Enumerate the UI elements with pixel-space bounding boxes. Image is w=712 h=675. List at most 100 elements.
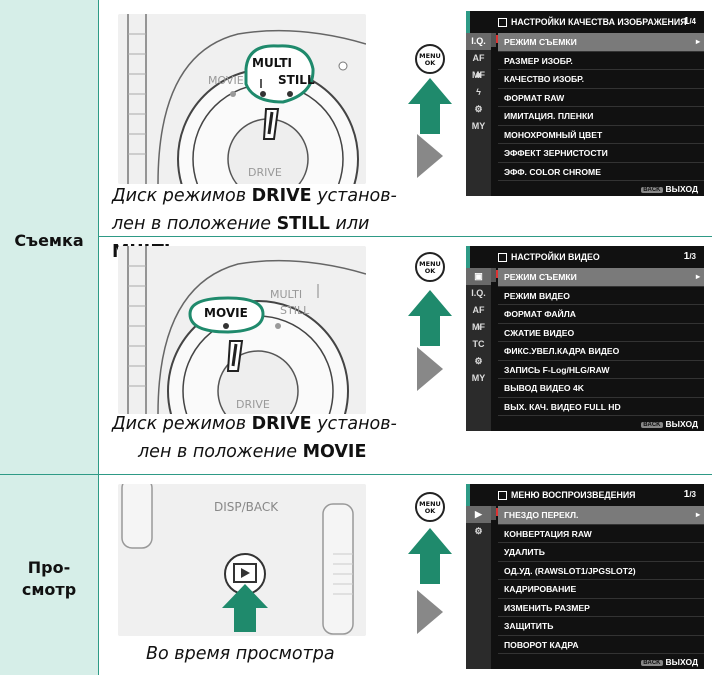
menu-item[interactable]: РЕЖИМ СЪЕМКИ — [498, 268, 704, 287]
caption-movie-text-1: Диск режимов — [112, 414, 252, 434]
right-triangle-arrow-icon-2 — [417, 347, 443, 391]
menu-tab-2[interactable]: AF MF — [466, 302, 491, 332]
menu-screen-playback: МЕНЮ ВОСПРОИЗВЕДЕНИЯ 1/3 ▶ ⚙ ГНЕЗДО ПЕРЕК… — [466, 484, 704, 669]
menu-tab-0[interactable]: ▶ — [466, 506, 491, 523]
menu-item[interactable]: РЕЖИМ ВИДЕО — [498, 287, 704, 305]
screen-footer: BACK ВЫХОД — [641, 184, 698, 194]
caption-still-bold-still: STILL — [276, 214, 330, 234]
green-up-arrow-icon — [408, 78, 452, 134]
menu-item[interactable]: ВЫХ. КАЧ. ВИДЕО FULL HD — [498, 398, 704, 416]
menu-tab-4[interactable]: ⚙ — [466, 101, 491, 118]
menu-ok-label-2b: OK — [424, 267, 436, 275]
camera-dial-still-svg — [118, 14, 366, 184]
menu-item[interactable]: ИМИТАЦИЯ. ПЛЕНКИ — [498, 107, 704, 126]
screen-title: НАСТРОЙКИ КАЧЕСТВА ИЗОБРАЖЕНИЯ — [511, 17, 687, 27]
dial-label-multi: MULTI — [252, 56, 292, 70]
menu-tab-1[interactable]: ⚙ — [466, 523, 491, 540]
menu-item[interactable]: ЗАЩИТИТЬ — [498, 617, 704, 636]
caption-movie-text-2: установ- — [311, 414, 397, 434]
menu-item[interactable]: ФОРМАТ ФАЙЛА — [498, 305, 704, 324]
menu-item[interactable]: ЭФФЕКТ ЗЕРНИСТОСТИ — [498, 144, 704, 163]
menu-item[interactable]: ЭФФ. COLOR CHROME — [498, 163, 704, 181]
menu-ok-button-2[interactable]: MENU OK — [415, 252, 445, 282]
menu-item[interactable]: ИЗМЕНИТЬ РАЗМЕР — [498, 599, 704, 617]
dial-label-movie: MOVIE — [208, 74, 244, 87]
caption-movie-bold-drive: DRIVE — [251, 414, 312, 434]
menu-tab-6[interactable]: MY — [466, 370, 491, 387]
playback-icon — [498, 490, 507, 500]
menu-tab-5[interactable]: ⚙ — [466, 353, 491, 370]
menu-item[interactable]: РАЗМЕР ИЗОБР. — [498, 52, 704, 70]
screen-header-2: НАСТРОЙКИ ВИДЕО 1/3 — [498, 246, 704, 268]
caption-still-text-4: или — [329, 214, 370, 234]
menu-item[interactable]: УДАЛИТЬ — [498, 543, 704, 562]
screen-title-2: НАСТРОЙКИ ВИДЕО — [511, 252, 600, 262]
camera-playback-illustration: DISP/BACK — [118, 484, 366, 636]
menu-item[interactable]: КОНВЕРТАЦИЯ RAW — [498, 525, 704, 543]
row-label-playback-line2: смотр — [21, 580, 77, 599]
menu-ok-button[interactable]: MENU OK — [415, 44, 445, 74]
menu-item[interactable]: МОНОХРОМНЫЙ ЦВЕТ — [498, 126, 704, 144]
screen-menu-list: РЕЖИМ СЪЕМКИРАЗМЕР ИЗОБР.КАЧЕСТВО ИЗОБР.… — [498, 33, 704, 181]
screen-menu-list-3: ГНЕЗДО ПЕРЕКЛ.КОНВЕРТАЦИЯ RAWУДАЛИТЬОД.У… — [498, 506, 704, 654]
menu-screen-video: НАСТРОЙКИ ВИДЕО 1/3 ▣ I.Q. AF MF ◖ TC ⚙ MY РЕЖ… — [466, 246, 704, 431]
menu-item[interactable]: ФОРМАТ RAW — [498, 89, 704, 107]
screen-tab-column-3: ▶ ⚙ — [466, 506, 491, 669]
menu-tab-1[interactable]: I.Q. — [466, 285, 491, 302]
menu-item[interactable]: СЖАТИЕ ВИДЕО — [498, 324, 704, 342]
back-badge: BACK — [641, 186, 663, 193]
back-label: ВЫХОД — [665, 184, 698, 194]
dial-label-multi-2: MULTI — [270, 288, 303, 301]
menu-tab-0[interactable]: I.Q. — [466, 33, 491, 50]
camera-dial-illustration-still: MULTI STILL MOVIE DRIVE — [118, 14, 366, 184]
menu-item[interactable]: ВЫВОД ВИДЕО 4K — [498, 379, 704, 398]
caption-still-text-3: лен в положение — [112, 214, 277, 234]
screen-page-2: 1/3 — [683, 251, 696, 262]
dial-label-movie-2: MOVIE — [204, 306, 248, 320]
menu-item[interactable]: ЗАПИСЬ F-Log/HLG/RAW — [498, 361, 704, 379]
caption-playback: Во время просмотра — [146, 644, 335, 664]
screen-menu-list-2: РЕЖИМ СЪЕМКИРЕЖИМ ВИДЕОФОРМАТ ФАЙЛАСЖАТИ… — [498, 268, 704, 416]
caption-still-text-2: установ- — [311, 186, 397, 206]
menu-tab-5[interactable]: MY — [466, 118, 491, 135]
screen-accent-bar-2 — [466, 246, 470, 268]
dial-label-still: STILL — [278, 73, 315, 87]
menu-item[interactable]: РЕЖИМ СЪЕМКИ — [498, 33, 704, 52]
dial-label-drive: DRIVE — [248, 166, 282, 179]
screen-footer-2: BACK ВЫХОД — [641, 419, 698, 429]
menu-ok-button-3[interactable]: MENU OK — [415, 492, 445, 522]
menu-tab-1[interactable]: AF MF — [466, 50, 491, 80]
screen-page-3: 1/3 — [683, 489, 696, 500]
screen-tab-column: I.Q. AF MF ■ ϟ ⚙ MY — [466, 33, 491, 196]
menu-tab-4[interactable]: TC — [466, 336, 491, 353]
menu-tab-3[interactable]: ϟ — [466, 84, 491, 101]
menu-item[interactable]: ОД.УД. (RAWSLOT1/JPGSLOT2) — [498, 562, 704, 580]
back-badge-2: BACK — [641, 421, 663, 428]
back-label-2: ВЫХОД — [665, 419, 698, 429]
screen-header: НАСТРОЙКИ КАЧЕСТВА ИЗОБРАЖЕНИЯ 1/4 — [498, 11, 704, 33]
menu-tab-0[interactable]: ▣ — [466, 268, 491, 285]
screen-footer-3: BACK ВЫХОД — [641, 657, 698, 667]
screen-accent-bar-3 — [466, 484, 470, 506]
row-label-playback-line1: Про- — [27, 558, 71, 577]
menu-item[interactable]: ГНЕЗДО ПЕРЕКЛ. — [498, 506, 704, 525]
menu-item[interactable]: КАЧЕСТВО ИЗОБР. — [498, 70, 704, 89]
row-divider-2 — [0, 474, 712, 475]
menu-ok-label-2c: OK — [424, 507, 436, 515]
menu-item[interactable]: КАДРИРОВАНИЕ — [498, 580, 704, 599]
screen-page: 1/4 — [683, 16, 696, 27]
back-badge-3: BACK — [641, 659, 663, 666]
caption-still-text-1: Диск режимов — [112, 186, 252, 206]
video-icon — [498, 252, 507, 262]
green-up-arrow-icon-2 — [408, 290, 452, 346]
dial-label-still-2: STILL — [280, 304, 310, 317]
menu-item[interactable]: ФИКС.УВЕЛ.КАДРА ВИДЕО — [498, 342, 704, 361]
image-quality-icon — [498, 17, 507, 27]
menu-tab-2[interactable]: ■ — [466, 67, 491, 84]
menu-ok-label-2: OK — [424, 59, 436, 67]
right-triangle-arrow-icon — [417, 134, 443, 178]
menu-tab-3[interactable]: ◖ — [466, 319, 491, 336]
back-label-3: ВЫХОД — [665, 657, 698, 667]
menu-item[interactable]: ПОВОРОТ КАДРА — [498, 636, 704, 654]
green-up-arrow-icon-3 — [408, 528, 452, 584]
